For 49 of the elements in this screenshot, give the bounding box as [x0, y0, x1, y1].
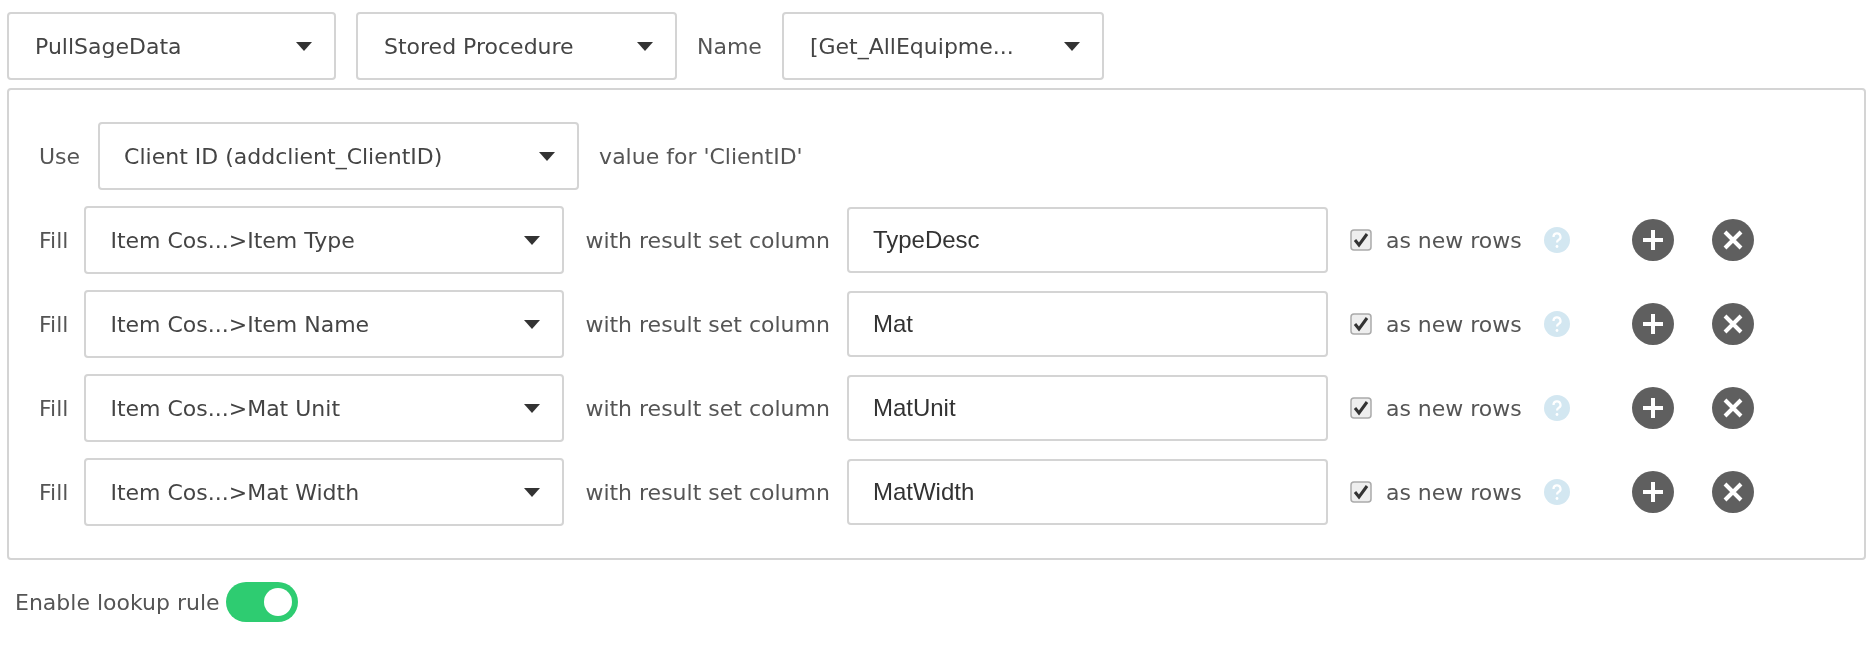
checkbox-label: as new rows [1385, 479, 1522, 505]
name-label: Name [697, 33, 762, 59]
caret-icon [539, 151, 556, 161]
checkbox[interactable] [1349, 481, 1372, 503]
remove-icon[interactable] [1711, 303, 1754, 345]
checkbox[interactable] [1349, 229, 1372, 251]
add-icon[interactable] [1631, 303, 1674, 345]
procedure-dropdown[interactable]: [Get_AllEquipme... [781, 12, 1104, 80]
target-field-dropdown[interactable]: Item Cos...>Mat Unit [84, 374, 565, 442]
add-icon[interactable] [1631, 219, 1674, 261]
caret-icon [524, 235, 541, 245]
column-label: with result set column [585, 395, 830, 421]
connection-dropdown[interactable]: PullSageData [7, 12, 336, 80]
remove-icon[interactable] [1711, 387, 1754, 429]
caret-icon [524, 403, 541, 413]
checkbox[interactable] [1349, 397, 1372, 419]
remove-icon[interactable] [1711, 471, 1754, 513]
column-label: with result set column [585, 479, 830, 505]
target-field-dropdown[interactable]: Item Cos...>Mat Width [84, 458, 565, 526]
column-input[interactable]: MatWidth [846, 459, 1328, 525]
add-icon[interactable] [1631, 387, 1674, 429]
caret-icon [1063, 41, 1080, 51]
fill-label: Fill [39, 311, 69, 337]
checkbox-label: as new rows [1385, 227, 1522, 253]
fill-label: Fill [39, 227, 69, 253]
column-input[interactable]: MatUnit [846, 375, 1328, 441]
caret-icon [524, 487, 541, 497]
caret-icon [637, 41, 653, 51]
column-input[interactable]: Mat [846, 291, 1328, 357]
checkbox-label: as new rows [1385, 311, 1522, 337]
toggle-switch[interactable] [225, 582, 298, 622]
target-field-dropdown[interactable]: Item Cos...>Item Name [84, 290, 565, 358]
fill-label: Fill [39, 395, 69, 421]
add-icon[interactable] [1631, 471, 1674, 513]
use-label: Use [39, 143, 81, 169]
column-label: with result set column [585, 227, 830, 253]
type-dropdown[interactable]: Stored Procedure [356, 12, 677, 80]
checkbox[interactable] [1349, 313, 1372, 335]
checkbox-label: as new rows [1385, 395, 1522, 421]
target-field-dropdown[interactable]: Item Cos...>Item Type [84, 206, 565, 274]
column-input[interactable]: TypeDesc [846, 207, 1328, 273]
caret-icon [296, 41, 312, 51]
fill-label: Fill [39, 479, 69, 505]
caret-icon [524, 319, 541, 329]
enable-label: Enable lookup rule [15, 589, 220, 615]
parameter-label: value for 'ClientID' [599, 143, 803, 169]
parameter-dropdown[interactable]: Client ID (addclient_ClientID) [98, 122, 580, 190]
remove-icon[interactable] [1711, 219, 1754, 261]
column-label: with result set column [585, 311, 830, 337]
